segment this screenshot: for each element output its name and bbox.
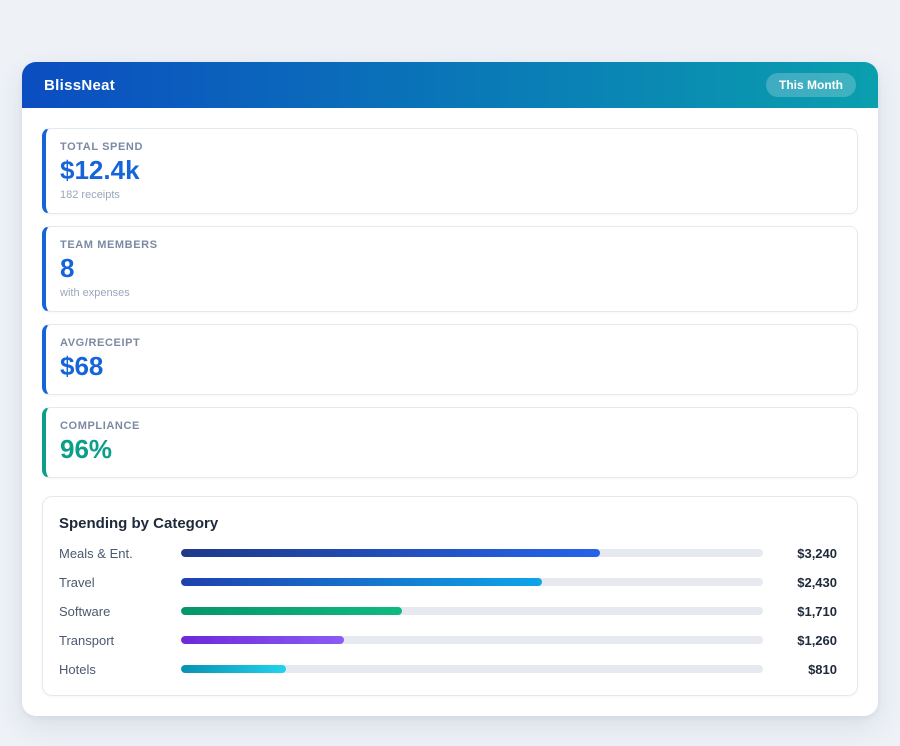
category-label: Software (59, 604, 171, 619)
app-header: BlissNeat This Month (22, 62, 878, 108)
stat-subtext: 182 receipts (60, 189, 841, 201)
stat-card-compliance: COMPLIANCE 96% (42, 407, 858, 478)
category-row: Travel $2,430 (59, 575, 837, 590)
stat-card-team-members: TEAM MEMBERS 8 with expenses (42, 226, 858, 312)
category-amount: $3,240 (773, 546, 837, 561)
stat-value: $12.4k (60, 156, 841, 186)
category-bar-fill (181, 578, 542, 586)
stat-card-total-spend: TOTAL SPEND $12.4k 182 receipts (42, 128, 858, 214)
stat-value: $68 (60, 352, 841, 382)
dashboard-card: BlissNeat This Month TOTAL SPEND $12.4k … (22, 62, 878, 716)
stat-value: 96% (60, 435, 841, 465)
category-bar-track (181, 607, 763, 615)
category-row: Hotels $810 (59, 662, 837, 677)
app-title: BlissNeat (44, 77, 115, 94)
category-row: Software $1,710 (59, 604, 837, 619)
category-bar-fill (181, 665, 286, 673)
category-bar-fill (181, 636, 344, 644)
category-bar-track (181, 549, 763, 557)
page: BlissNeat This Month TOTAL SPEND $12.4k … (0, 0, 900, 746)
stat-value: 8 (60, 254, 841, 284)
category-bar-fill (181, 607, 402, 615)
category-label: Meals & Ent. (59, 546, 171, 561)
category-amount: $810 (773, 662, 837, 677)
category-row: Transport $1,260 (59, 633, 837, 648)
category-amount: $2,430 (773, 575, 837, 590)
dashboard-body: TOTAL SPEND $12.4k 182 receipts TEAM MEM… (22, 108, 878, 716)
stat-label: TOTAL SPEND (60, 141, 841, 153)
category-label: Hotels (59, 662, 171, 677)
stat-label: COMPLIANCE (60, 420, 841, 432)
category-bar-track (181, 578, 763, 586)
spending-by-category-card: Spending by Category Meals & Ent. $3,240… (42, 496, 858, 696)
category-bar-track (181, 665, 763, 673)
stat-card-avg-receipt: AVG/RECEIPT $68 (42, 324, 858, 395)
category-bar-fill (181, 549, 600, 557)
period-badge[interactable]: This Month (766, 73, 856, 97)
category-amount: $1,260 (773, 633, 837, 648)
section-title: Spending by Category (59, 515, 837, 532)
stat-label: TEAM MEMBERS (60, 239, 841, 251)
stat-subtext: with expenses (60, 287, 841, 299)
stat-label: AVG/RECEIPT (60, 337, 841, 349)
category-row: Meals & Ent. $3,240 (59, 546, 837, 561)
category-label: Travel (59, 575, 171, 590)
category-bar-track (181, 636, 763, 644)
category-amount: $1,710 (773, 604, 837, 619)
category-label: Transport (59, 633, 171, 648)
